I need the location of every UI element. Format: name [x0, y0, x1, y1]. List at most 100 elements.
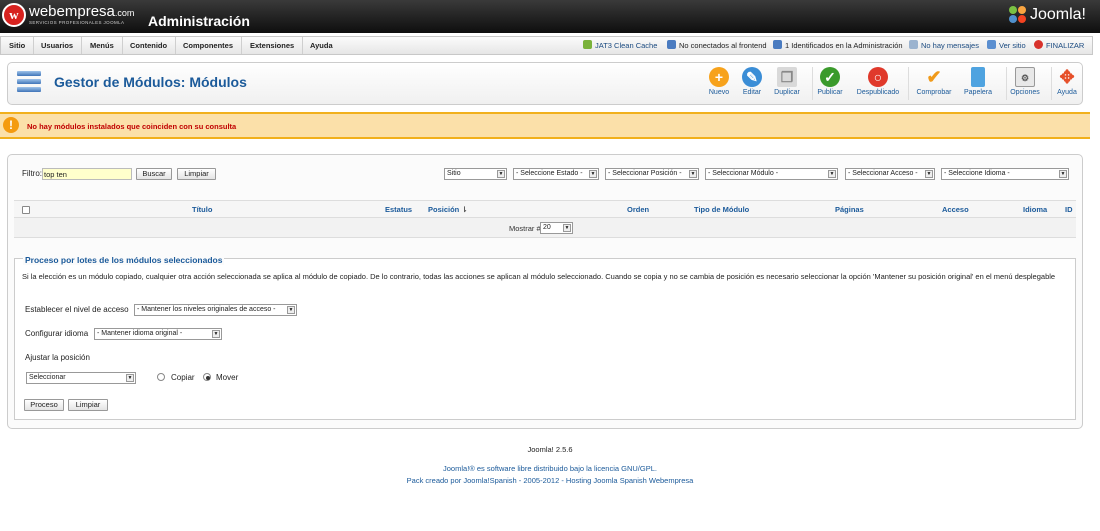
- brand-subtitle: SERVICIOS PROFESIONALES JOOMLA: [29, 20, 125, 25]
- filter-input[interactable]: [42, 168, 132, 180]
- frontend-users-status: No conectados al frontend: [667, 37, 767, 54]
- batch-position-select[interactable]: Seleccionar ▼: [26, 372, 136, 384]
- admin-title: Administración: [148, 13, 250, 29]
- dropdown-arrow-icon: ▼: [497, 170, 505, 178]
- col-access[interactable]: Acceso: [942, 205, 969, 214]
- search-button[interactable]: Buscar: [136, 168, 172, 180]
- access-select[interactable]: - Seleccionar Acceso - ▼: [845, 168, 935, 180]
- options-button[interactable]: ⚙ Opciones: [1003, 67, 1047, 96]
- toolbar-divider: [908, 67, 909, 100]
- copy-icon: ❐: [777, 67, 797, 87]
- monitor-icon: [987, 40, 996, 49]
- module-toolbar: Gestor de Módulos: Módulos + Nuevo ✎ Edi…: [7, 62, 1083, 105]
- dropdown-arrow-icon: ▼: [287, 306, 295, 314]
- admin-users-status: 1 Identificados en la Administración: [773, 37, 903, 54]
- plus-icon: +: [709, 67, 729, 87]
- page-title: Gestor de Módulos: Módulos: [54, 74, 247, 90]
- users-icon: [667, 40, 676, 49]
- options-icon: ⚙: [1015, 67, 1035, 87]
- messages-link[interactable]: No hay mensajes: [909, 37, 979, 54]
- move-radio[interactable]: [203, 373, 211, 381]
- copy-radio[interactable]: [157, 373, 165, 381]
- col-position[interactable]: Posición ⇂: [428, 205, 468, 214]
- col-id[interactable]: ID: [1065, 205, 1073, 214]
- table-header: Título Estatus Posición ⇂ Orden Tipo de …: [14, 200, 1076, 218]
- pagination-row: Mostrar # 20 ▼: [14, 218, 1076, 238]
- menu-item-ayuda[interactable]: Ayuda: [302, 37, 341, 54]
- clear-filter-button[interactable]: Limpiar: [177, 168, 216, 180]
- menu-item-contenido[interactable]: Contenido: [122, 37, 177, 54]
- dropdown-arrow-icon: ▼: [1059, 170, 1067, 178]
- pencil-icon: ✎: [742, 67, 762, 87]
- joomla-logo: Joomla!: [1008, 6, 1086, 24]
- batch-description: Si la elección es un módulo copiado, cua…: [22, 272, 1056, 281]
- position-label: Ajustar la posición: [25, 353, 90, 362]
- batch-access-select[interactable]: - Mantener los niveles originales de acc…: [134, 304, 297, 316]
- batch-fieldset: Proceso por lotes de los módulos selecci…: [14, 255, 1076, 420]
- clean-cache-link[interactable]: JAT3 Clean Cache: [583, 37, 657, 54]
- power-icon: [1034, 40, 1043, 49]
- batch-clear-button[interactable]: Limpiar: [68, 399, 108, 411]
- menu-item-usuarios[interactable]: Usuarios: [33, 37, 83, 54]
- position-select[interactable]: - Seleccionar Posición - ▼: [605, 168, 699, 180]
- joomla-mark-icon: [1008, 6, 1027, 24]
- check-icon: ✓: [820, 67, 840, 87]
- state-select[interactable]: - Seleccione Estado - ▼: [513, 168, 599, 180]
- select-all-checkbox[interactable]: [22, 206, 30, 214]
- batch-legend: Proceso por lotes de los módulos selecci…: [23, 255, 225, 265]
- checkmark-icon: ✔: [926, 67, 942, 87]
- move-label: Mover: [216, 373, 239, 382]
- dropdown-arrow-icon: ▼: [126, 374, 134, 382]
- dropdown-arrow-icon: ▼: [589, 170, 597, 178]
- dropdown-arrow-icon: ▼: [212, 330, 220, 338]
- checkin-button[interactable]: ✔ Comprobar: [912, 67, 956, 96]
- unpublish-button[interactable]: ○ Despublicado: [855, 67, 901, 96]
- help-icon: ✥: [1059, 67, 1075, 87]
- logout-link[interactable]: FINALIZAR: [1034, 37, 1084, 54]
- module-manager-icon: [17, 71, 41, 95]
- dropdown-arrow-icon: ▼: [828, 170, 836, 178]
- dropdown-arrow-icon: ▼: [563, 224, 571, 232]
- users-icon: [773, 40, 782, 49]
- menu-item-menus[interactable]: Menús: [82, 37, 123, 54]
- batch-language-select[interactable]: - Mantener idioma original - ▼: [94, 328, 222, 340]
- col-title[interactable]: Título: [192, 205, 212, 214]
- col-module-type[interactable]: Tipo de Módulo: [694, 205, 749, 214]
- mail-icon: [909, 40, 918, 49]
- help-button[interactable]: ✥ Ayuda: [1045, 67, 1089, 96]
- warning-icon: !: [3, 117, 19, 133]
- trash-icon: [971, 67, 985, 87]
- menu-item-sitio[interactable]: Sitio: [1, 37, 35, 54]
- col-language[interactable]: Idioma: [1023, 205, 1047, 214]
- footer-license-link[interactable]: Joomla!® es software libre distribuido b…: [0, 464, 1100, 473]
- limit-select[interactable]: 20 ▼: [540, 222, 573, 234]
- col-pages[interactable]: Páginas: [835, 205, 864, 214]
- filter-label: Filtro:: [22, 169, 42, 178]
- site-select[interactable]: Sitio ▼: [444, 168, 507, 180]
- main-menubar: Sitio Usuarios Menús Contenido Component…: [0, 36, 1093, 55]
- cache-icon: [583, 40, 592, 49]
- footer-version: Joomla! 2.5.6: [527, 445, 573, 454]
- dropdown-arrow-icon: ▼: [689, 170, 697, 178]
- language-select[interactable]: - Seleccione Idioma - ▼: [941, 168, 1069, 180]
- duplicate-button[interactable]: ❐ Duplicar: [765, 67, 809, 96]
- publish-button[interactable]: ✓ Publicar: [808, 67, 852, 96]
- menu-item-componentes[interactable]: Componentes: [175, 37, 243, 54]
- module-select[interactable]: - Seleccionar Módulo - ▼: [705, 168, 838, 180]
- dropdown-arrow-icon: ▼: [925, 170, 933, 178]
- language-label: Configurar idioma: [25, 329, 89, 338]
- sort-icon: ⇂: [461, 205, 468, 214]
- col-status[interactable]: Estatus: [385, 205, 412, 214]
- unpublish-icon: ○: [868, 67, 888, 87]
- process-button[interactable]: Proceso: [24, 399, 64, 411]
- trash-button[interactable]: Papelera: [956, 67, 1000, 96]
- menu-item-extensiones[interactable]: Extensiones: [242, 37, 304, 54]
- warning-message: ! No hay módulos instalados que coincide…: [0, 112, 1090, 139]
- webempresa-logo-icon: w: [2, 3, 26, 27]
- brand-name: webempresa.com: [29, 3, 135, 20]
- copy-label: Copiar: [171, 373, 195, 382]
- col-order[interactable]: Orden: [627, 205, 649, 214]
- footer-pack-link[interactable]: Pack creado por Joomla!Spanish - 2005-20…: [0, 476, 1100, 485]
- view-site-link[interactable]: Ver sitio: [987, 37, 1026, 54]
- main-panel: Filtro: Buscar Limpiar Sitio▼ - Seleccio…: [7, 154, 1083, 429]
